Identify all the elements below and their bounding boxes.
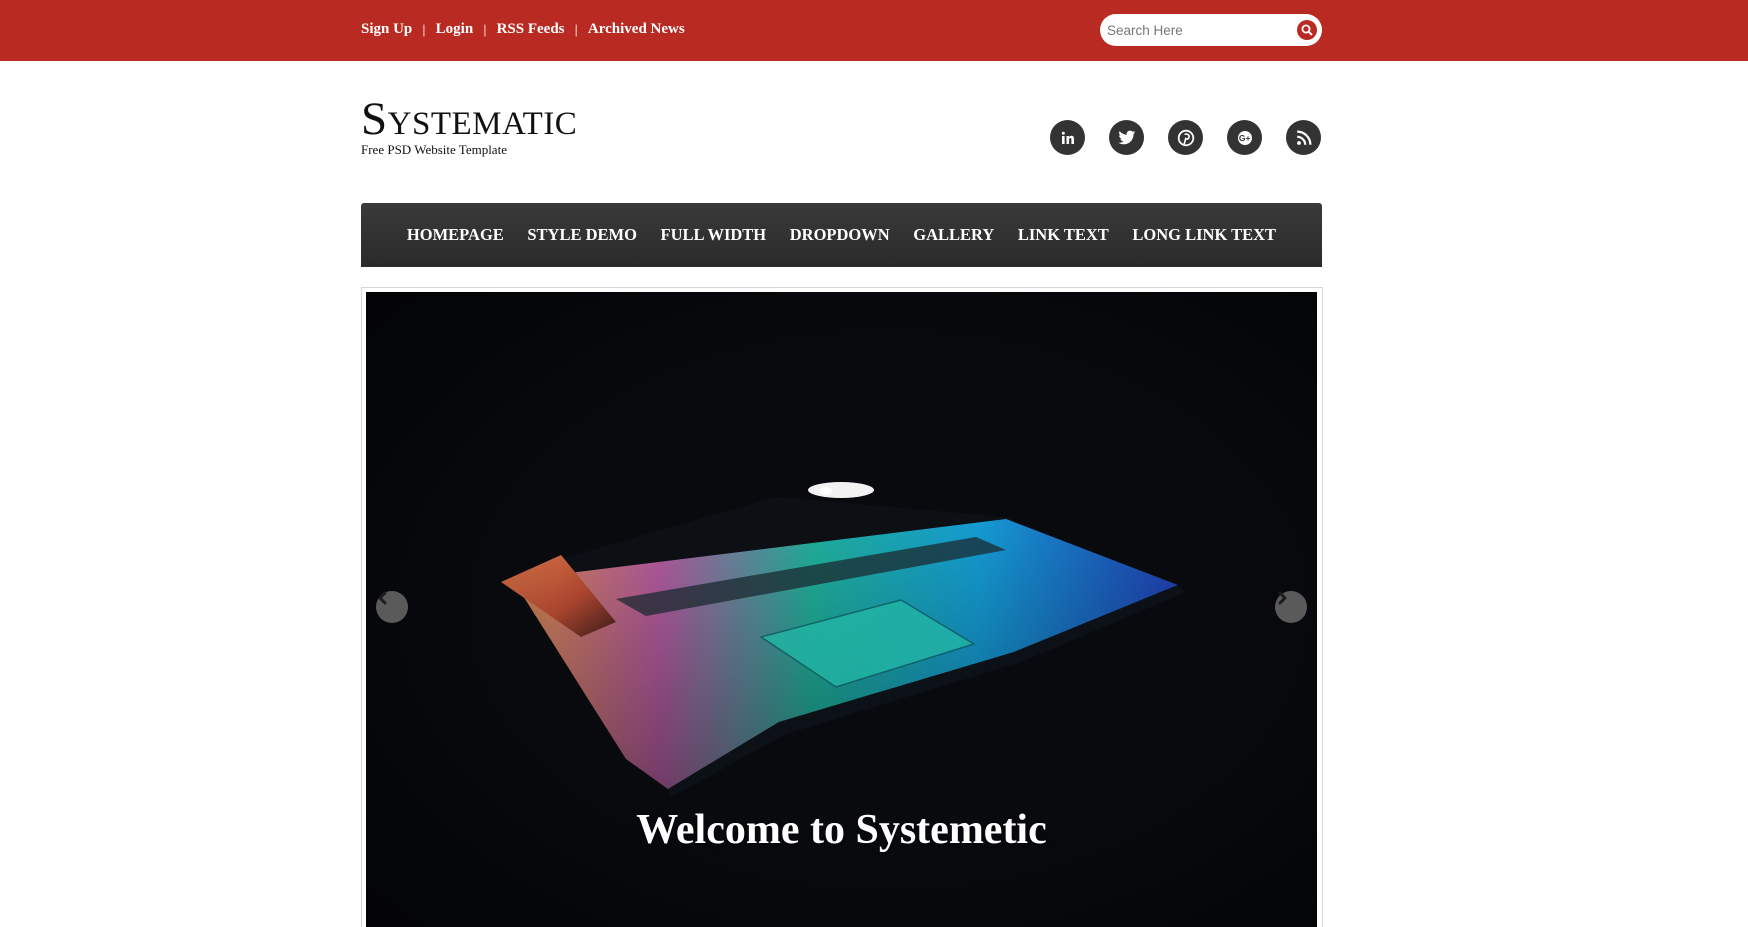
chevron-right-icon (1278, 591, 1287, 605)
nav-full-width[interactable]: FULL WIDTH (649, 225, 778, 245)
hero-slide: Welcome to Systemetic (366, 292, 1317, 927)
site-title: Systematic (361, 93, 578, 145)
nav-dropdown[interactable]: DROPDOWN (778, 225, 902, 245)
search-box (1100, 14, 1322, 46)
nav-style-demo[interactable]: STYLE DEMO (516, 225, 649, 245)
chevron-left-icon (378, 591, 387, 605)
archived-news-link[interactable]: Archived News (588, 21, 685, 38)
slider-prev-button[interactable] (376, 591, 408, 623)
slide-caption: Welcome to Systemetic (636, 807, 1047, 853)
twitter-button[interactable] (1109, 120, 1144, 155)
main-nav: HOMEPAGE STYLE DEMO FULL WIDTH DROPDOWN … (361, 203, 1322, 267)
google-plus-button[interactable]: G+ (1227, 120, 1262, 155)
nav-gallery[interactable]: GALLERY (901, 225, 1006, 245)
login-link[interactable]: Login (436, 21, 474, 38)
search-button[interactable] (1297, 20, 1317, 40)
nav-link-text[interactable]: LINK TEXT (1006, 225, 1121, 245)
nav-homepage[interactable]: HOMEPAGE (395, 225, 515, 245)
link-separator: | (422, 22, 426, 37)
google-plus-icon: G+ (1237, 130, 1252, 145)
top-links: Sign Up | Login | RSS Feeds | Archived N… (361, 21, 685, 38)
signup-link[interactable]: Sign Up (361, 21, 412, 38)
linkedin-icon (1061, 131, 1074, 144)
pinterest-button[interactable] (1168, 120, 1203, 155)
linkedin-button[interactable] (1050, 120, 1085, 155)
rss-feeds-link[interactable]: RSS Feeds (497, 21, 565, 38)
twitter-icon (1117, 130, 1135, 144)
link-separator: | (483, 22, 487, 37)
svg-text:G+: G+ (1238, 133, 1250, 143)
pinterest-icon (1177, 129, 1194, 146)
top-bar: Sign Up | Login | RSS Feeds | Archived N… (0, 0, 1748, 61)
slider-next-button[interactable] (1275, 591, 1307, 623)
nav-long-link-text[interactable]: LONG LINK TEXT (1121, 225, 1288, 245)
search-input[interactable] (1107, 20, 1287, 40)
link-separator: | (574, 22, 578, 37)
site-logo[interactable]: Systematic Free PSD Website Template (361, 96, 577, 158)
rss-button[interactable] (1286, 120, 1321, 155)
search-icon (1301, 24, 1313, 36)
rss-icon (1296, 130, 1311, 145)
